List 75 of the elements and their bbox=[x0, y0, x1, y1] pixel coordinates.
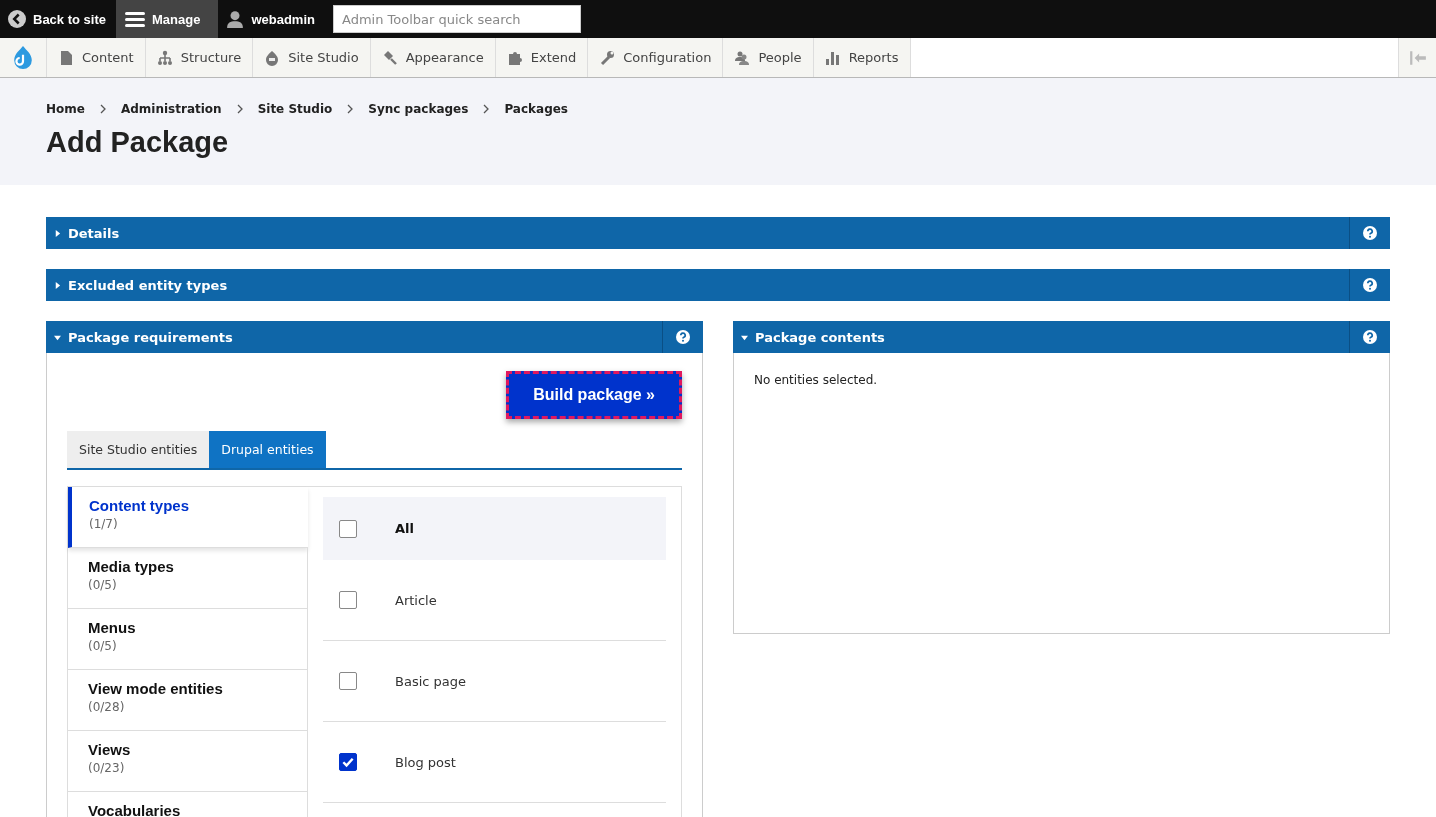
chevron-icon bbox=[482, 104, 491, 114]
section-header[interactable]: Package contents bbox=[733, 321, 1390, 353]
droplet-icon bbox=[264, 49, 281, 66]
chevron-icon bbox=[346, 104, 355, 114]
menu-item[interactable]: Extend bbox=[495, 38, 589, 77]
section-header[interactable]: Details bbox=[46, 217, 1390, 249]
menu-item[interactable]: Appearance bbox=[370, 38, 496, 77]
category-item[interactable]: Menus (0/5) bbox=[68, 609, 308, 670]
breadcrumb-link[interactable]: Packages bbox=[504, 102, 568, 116]
tab[interactable]: Site Studio entities bbox=[67, 431, 210, 468]
menu-item[interactable]: Structure bbox=[145, 38, 254, 77]
people-icon bbox=[734, 49, 751, 66]
help-icon bbox=[1363, 278, 1377, 292]
breadcrumb-link[interactable]: Sync packages bbox=[368, 102, 469, 116]
breadcrumb-link[interactable]: Administration bbox=[120, 102, 222, 116]
help-icon bbox=[1363, 226, 1377, 240]
checkbox[interactable] bbox=[339, 672, 357, 690]
wrench-icon bbox=[599, 49, 616, 66]
category-item[interactable]: Vocabularies bbox=[68, 792, 308, 817]
menu-item[interactable]: Content bbox=[47, 38, 146, 77]
menu-item[interactable]: Configuration bbox=[588, 38, 724, 77]
category-label: Content types bbox=[89, 497, 190, 514]
caret-right-icon bbox=[54, 229, 61, 237]
help-icon bbox=[1363, 330, 1377, 344]
caret-down-icon bbox=[741, 333, 748, 341]
search-field[interactable]: Admin Toolbar quick search bbox=[332, 5, 581, 33]
user-link[interactable]: webadmin bbox=[218, 0, 325, 38]
user-icon bbox=[226, 10, 245, 28]
collapse-toggle[interactable] bbox=[1398, 38, 1436, 77]
option-label: Article bbox=[395, 592, 437, 608]
category-count: (0/5) bbox=[88, 578, 118, 592]
category-count: (0/23) bbox=[88, 761, 126, 775]
menu-item[interactable]: Site Studio bbox=[253, 38, 371, 77]
category-label: Media types bbox=[88, 558, 175, 575]
build-package-button[interactable]: Build package » bbox=[506, 371, 682, 419]
menu-icon bbox=[125, 11, 145, 27]
breadcrumb-link[interactable]: Site Studio bbox=[257, 102, 333, 116]
category-item[interactable]: Views (0/23) bbox=[68, 731, 308, 792]
back-to-site-link[interactable]: Back to site bbox=[0, 0, 116, 38]
menu-item[interactable]: Reports bbox=[813, 38, 911, 77]
breadcrumb-link[interactable]: Home bbox=[46, 102, 85, 116]
manage-tab[interactable]: Manage bbox=[116, 0, 219, 38]
drop-logo-icon bbox=[12, 43, 34, 72]
caret-down-icon bbox=[54, 333, 61, 341]
collapse-arrow-icon bbox=[1408, 48, 1427, 67]
checkbox[interactable] bbox=[339, 591, 357, 609]
option-label: Basic page bbox=[395, 673, 467, 689]
page-title: Add Package bbox=[46, 126, 230, 159]
bar-chart-icon bbox=[824, 49, 841, 66]
checkbox[interactable] bbox=[339, 753, 357, 771]
chevron-icon bbox=[98, 104, 107, 114]
page-icon bbox=[58, 49, 74, 66]
category-count: (0/5) bbox=[88, 639, 118, 653]
option-label: Blog post bbox=[395, 754, 456, 770]
chevron-icon bbox=[235, 104, 244, 114]
option-label: All bbox=[395, 521, 414, 536]
category-item[interactable]: Content types (1/7) bbox=[68, 487, 308, 548]
section-header[interactable]: Excluded entity types bbox=[46, 269, 1390, 301]
category-count: (0/28) bbox=[88, 700, 126, 714]
help-icon bbox=[676, 330, 690, 344]
caret-right-icon bbox=[54, 281, 61, 289]
empty-message: No entities selected. bbox=[754, 373, 879, 387]
category-label: Vocabularies bbox=[88, 802, 182, 817]
sitemap-icon bbox=[156, 49, 173, 66]
category-label: Menus bbox=[88, 619, 137, 636]
category-count: (1/7) bbox=[89, 517, 119, 531]
section-header[interactable]: Package requirements bbox=[46, 321, 703, 353]
puzzle-icon bbox=[506, 49, 523, 66]
category-item[interactable]: View mode entities (0/28) bbox=[68, 670, 308, 731]
menu-item[interactable]: People bbox=[723, 38, 814, 77]
checkbox[interactable] bbox=[339, 519, 357, 538]
category-label: View mode entities bbox=[88, 680, 224, 697]
category-label: Views bbox=[88, 741, 132, 758]
category-item[interactable]: Media types (0/5) bbox=[68, 548, 308, 609]
tab[interactable]: Drupal entities bbox=[209, 431, 326, 468]
